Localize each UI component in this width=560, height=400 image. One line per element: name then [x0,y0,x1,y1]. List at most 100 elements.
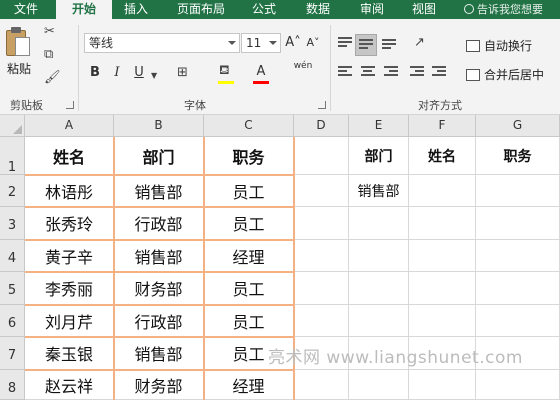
table-cell[interactable]: 林语彤 [25,175,114,207]
empty-cell[interactable] [294,175,349,207]
row-header[interactable]: 3 [0,207,25,240]
top-align-icon[interactable] [338,37,352,49]
tab-page-layout[interactable]: 页面布局 [170,0,232,19]
column-header[interactable]: D [294,115,349,137]
empty-cell[interactable] [409,175,476,207]
wrap-text-button[interactable]: 自动换行 [466,37,532,54]
column-header[interactable]: G [476,115,560,137]
empty-cell[interactable] [294,137,349,175]
italic-button[interactable]: I [110,64,124,82]
column-header[interactable]: C [204,115,294,137]
font-size-select[interactable]: 11 [241,33,281,53]
empty-cell[interactable] [409,370,476,400]
empty-cell[interactable] [294,272,349,305]
font-color-button[interactable]: A [254,63,268,81]
tell-me-box[interactable]: 告诉我您想要 [464,0,560,19]
borders-icon[interactable]: ⊞ [177,66,188,80]
align-right-icon[interactable] [384,66,398,78]
underline-button[interactable]: U [132,64,146,82]
grow-font-button[interactable]: A˄ [285,34,301,52]
table-cell[interactable]: 黄子辛 [25,240,114,272]
tab-insert[interactable]: 插入 [114,0,158,19]
merge-center-button[interactable]: 合并后居中 [466,66,544,83]
empty-cell[interactable] [294,207,349,240]
table-cell[interactable]: 财务部 [114,272,204,305]
decrease-indent-icon[interactable] [410,66,424,78]
row-header[interactable]: 7 [0,337,25,370]
tab-formulas[interactable]: 公式 [244,0,284,19]
empty-cell[interactable] [294,305,349,337]
align-left-icon[interactable] [338,66,352,78]
empty-cell[interactable] [349,272,409,305]
font-launcher-icon[interactable] [318,101,326,109]
row-header[interactable]: 6 [0,305,25,337]
table-cell[interactable]: 员工 [204,272,294,305]
select-all-corner[interactable] [0,115,25,137]
middle-align-icon[interactable] [359,39,373,51]
table-header-cell[interactable]: 部门 [114,137,204,175]
column-header[interactable]: E [349,115,409,137]
column-header[interactable]: A [25,115,114,137]
row-header[interactable]: 4 [0,240,25,272]
shrink-font-button[interactable]: A˅ [305,34,321,52]
table-cell[interactable]: 经理 [204,240,294,272]
empty-cell[interactable] [349,207,409,240]
font-name-select[interactable]: 等线 [84,33,240,53]
cut-icon[interactable]: ✂ [44,25,55,39]
table-cell[interactable]: 秦玉银 [25,337,114,370]
empty-cell[interactable] [409,207,476,240]
criteria-header-cell[interactable]: 部门 [349,137,409,175]
empty-cell[interactable] [294,370,349,400]
increase-indent-icon[interactable] [432,66,446,78]
empty-cell[interactable] [294,240,349,272]
empty-cell[interactable] [476,370,560,400]
empty-cell[interactable] [349,305,409,337]
bottom-align-icon[interactable] [382,39,396,51]
row-header[interactable]: 2 [0,175,25,207]
row-header[interactable]: 1 [0,137,25,175]
table-cell[interactable]: 张秀玲 [25,207,114,240]
table-cell[interactable]: 赵云祥 [25,370,114,400]
empty-cell[interactable] [409,240,476,272]
empty-cell[interactable] [476,305,560,337]
table-cell[interactable]: 行政部 [114,207,204,240]
table-cell[interactable]: 员工 [204,305,294,337]
tab-data[interactable]: 数据 [298,0,338,19]
table-cell[interactable]: 销售部 [114,175,204,207]
chevron-down-icon[interactable]: ▼ [151,69,157,83]
table-cell[interactable]: 销售部 [114,240,204,272]
empty-cell[interactable] [349,240,409,272]
fill-color-icon[interactable]: ⛾ [219,64,230,78]
column-header[interactable]: F [409,115,476,137]
empty-cell[interactable] [476,272,560,305]
tab-home[interactable]: 开始 [56,0,112,20]
tab-view[interactable]: 视图 [404,0,444,19]
copy-icon[interactable]: ⧉ [44,48,53,62]
table-cell[interactable]: 员工 [204,175,294,207]
table-header-cell[interactable]: 职务 [204,137,294,175]
criteria-header-cell[interactable]: 职务 [476,137,560,175]
empty-cell[interactable] [409,305,476,337]
table-cell[interactable]: 刘月芹 [25,305,114,337]
table-cell[interactable]: 销售部 [114,337,204,370]
table-cell[interactable]: 员工 [204,207,294,240]
empty-cell[interactable] [409,272,476,305]
paste-icon[interactable] [6,27,32,57]
column-header[interactable]: B [114,115,204,137]
phonetic-button[interactable]: wén [292,61,314,79]
clipboard-launcher-icon[interactable] [66,101,74,109]
format-painter-icon[interactable]: 🖌 [44,71,61,85]
paste-button[interactable]: 粘贴 [7,60,31,77]
table-cell[interactable]: 经理 [204,370,294,400]
empty-cell[interactable] [476,240,560,272]
tab-file[interactable]: 文件 [4,0,48,19]
empty-cell[interactable] [349,370,409,400]
bold-button[interactable]: B [88,64,102,82]
table-cell[interactable]: 李秀丽 [25,272,114,305]
table-cell[interactable]: 财务部 [114,370,204,400]
align-center-icon[interactable] [361,66,375,78]
row-header[interactable]: 5 [0,272,25,305]
table-cell[interactable]: 行政部 [114,305,204,337]
table-header-cell[interactable]: 姓名 [25,137,114,175]
orientation-icon[interactable]: ↗ [414,36,425,50]
